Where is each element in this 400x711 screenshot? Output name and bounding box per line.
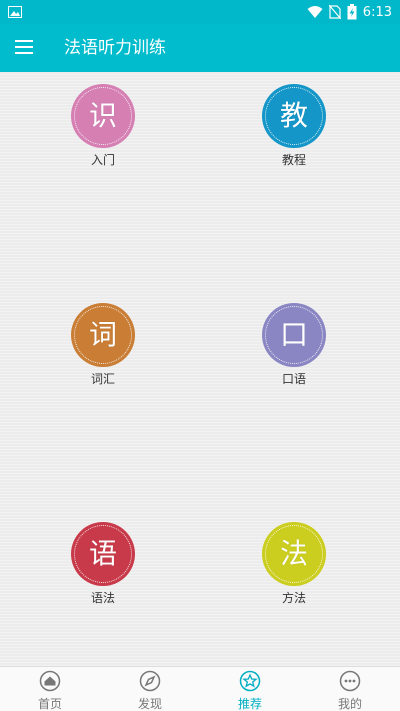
tile-speaking[interactable]: 口 口语 bbox=[234, 303, 354, 386]
tile-label: 入门 bbox=[90, 153, 115, 167]
home-icon bbox=[39, 670, 61, 692]
nav-label: 首页 bbox=[37, 697, 62, 711]
image-notification-icon bbox=[8, 6, 22, 18]
star-icon bbox=[239, 670, 261, 692]
category-grid: 识 入门 教 教程 词 词汇 口 口语 语 语法 法 方法 bbox=[0, 72, 400, 666]
battery-charging-icon bbox=[347, 4, 357, 20]
compass-icon bbox=[139, 670, 161, 692]
status-time: 6:13 bbox=[362, 4, 392, 20]
tile-beginner[interactable]: 识 入门 bbox=[43, 84, 163, 167]
app-title: 法语听力训练 bbox=[64, 38, 166, 58]
app-bar: 法语听力训练 bbox=[0, 24, 400, 72]
tile-badge: 教 bbox=[262, 84, 326, 148]
status-bar: 6:13 bbox=[0, 0, 400, 24]
tile-badge-char: 口 bbox=[279, 318, 308, 351]
tile-method[interactable]: 法 方法 bbox=[234, 522, 354, 605]
nav-discover[interactable]: 发现 bbox=[100, 667, 200, 711]
nav-label: 发现 bbox=[137, 697, 162, 711]
tile-vocabulary[interactable]: 词 词汇 bbox=[43, 303, 163, 386]
nav-recommend[interactable]: 推荐 bbox=[200, 667, 300, 711]
tile-badge: 语 bbox=[71, 522, 135, 586]
no-sim-icon bbox=[328, 5, 341, 19]
tile-badge: 词 bbox=[71, 303, 135, 367]
tile-label: 语法 bbox=[90, 591, 115, 605]
tile-badge-char: 教 bbox=[279, 99, 308, 132]
nav-label: 推荐 bbox=[237, 697, 262, 711]
nav-mine[interactable]: 我的 bbox=[300, 667, 400, 711]
tile-badge-char: 法 bbox=[279, 537, 308, 570]
tile-badge: 法 bbox=[262, 522, 326, 586]
tile-grammar[interactable]: 语 语法 bbox=[43, 522, 163, 605]
nav-home[interactable]: 首页 bbox=[0, 667, 100, 711]
tile-label: 词汇 bbox=[90, 372, 115, 386]
tile-badge-char: 词 bbox=[88, 318, 117, 351]
tile-tutorial[interactable]: 教 教程 bbox=[234, 84, 354, 167]
tile-badge-char: 识 bbox=[88, 99, 117, 132]
tile-label: 口语 bbox=[281, 372, 306, 386]
tile-badge: 口 bbox=[262, 303, 326, 367]
tile-label: 教程 bbox=[281, 153, 306, 167]
tile-badge-char: 语 bbox=[88, 537, 117, 570]
more-dots-icon bbox=[339, 670, 361, 692]
wifi-icon bbox=[307, 6, 323, 18]
tile-label: 方法 bbox=[281, 591, 306, 605]
hamburger-menu-icon[interactable] bbox=[12, 36, 36, 60]
nav-label: 我的 bbox=[337, 697, 362, 711]
bottom-nav: 首页 发现 推荐 我的 bbox=[0, 666, 400, 711]
tile-badge: 识 bbox=[71, 84, 135, 148]
